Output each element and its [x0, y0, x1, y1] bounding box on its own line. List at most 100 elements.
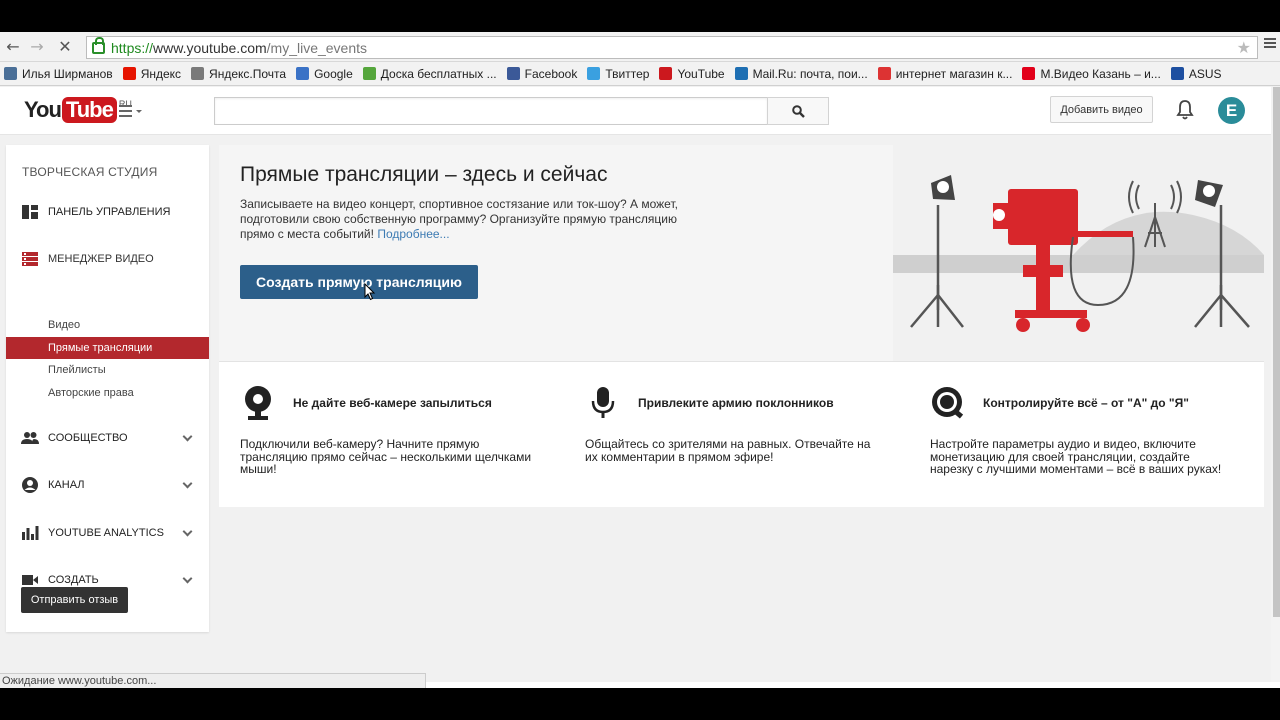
bookmark-item[interactable]: Mail.Ru: почта, пои... [734, 66, 868, 81]
bookmark-label: Mail.Ru: почта, пои... [752, 66, 868, 81]
microphone-icon [585, 384, 621, 422]
bookmark-item[interactable]: Facebook [506, 67, 577, 81]
logo-you-text: You [24, 97, 62, 122]
back-arrow-icon[interactable]: ← [2, 36, 24, 58]
upload-video-button[interactable]: Добавить видео [1050, 96, 1153, 123]
bookmark-label: Яндекс.Почта [209, 66, 287, 81]
search-icon [791, 104, 805, 118]
channel-icon [21, 476, 39, 494]
youtube-icon [659, 67, 673, 80]
url-path: /my_live_events [266, 39, 368, 56]
feature-title: Контролируйте всё – от "А" до "Я" [983, 396, 1189, 410]
bookmark-label: Илья Ширманов [22, 66, 113, 81]
feature-title: Не дайте веб-камере запылиться [293, 396, 492, 410]
features-panel: Не дайте веб-камере запылиться Подключил… [219, 361, 1264, 507]
feature-text: Подключили веб-камеру? Начните прямую тр… [240, 437, 532, 476]
bookmark-item[interactable]: М.Видео Казань – и... [1022, 66, 1161, 81]
bookmark-label: Доска бесплатных ... [380, 66, 497, 81]
mailru-icon [734, 67, 748, 80]
bookmark-item[interactable]: ASUS [1170, 66, 1222, 81]
sidebar-sub-live-streams[interactable]: Прямые трансляции [6, 337, 209, 359]
creator-studio-sidebar: ТВОРЧЕСКАЯ СТУДИЯ ПАНЕЛЬ УПРАВЛЕНИЯ МЕНЕ… [6, 145, 209, 632]
send-feedback-button[interactable]: Отправить отзыв [21, 587, 128, 613]
bookmark-item[interactable]: YouTube [659, 67, 725, 81]
lock-icon [92, 36, 105, 54]
facebook-icon [506, 67, 520, 80]
bookmark-item[interactable]: Яндекс [122, 66, 182, 81]
bookmark-label: ASUS [1188, 66, 1222, 81]
sidebar-item-analytics[interactable]: YOUTUBE ANALYTICS [6, 518, 209, 548]
sidebar-sub-videos[interactable]: Видео [6, 314, 209, 336]
hero-description: Записываете на видео концерт, спортивное… [240, 197, 680, 242]
forward-arrow-icon[interactable]: → [26, 36, 48, 58]
url-host: www.youtube.com [153, 39, 267, 56]
search-button[interactable] [767, 97, 829, 125]
bookmark-item[interactable]: Твиттер [587, 67, 649, 81]
sidebar-item-label: КАНАЛ [48, 479, 85, 491]
sidebar-item-channel[interactable]: КАНАЛ [6, 470, 209, 500]
studio-title[interactable]: ТВОРЧЕСКАЯ СТУДИЯ [22, 165, 157, 179]
create-live-stream-button[interactable]: Создать прямую трансляцию [240, 265, 478, 299]
youtube-header: You Tube RU Добавить видео E [0, 87, 1280, 135]
search-input[interactable] [214, 97, 768, 125]
bookmark-item[interactable]: Google [296, 67, 353, 81]
youtube-logo[interactable]: You Tube RU [24, 97, 132, 123]
bookmark-item[interactable]: Доска бесплатных ... [362, 66, 497, 81]
sidebar-sub-copyright[interactable]: Авторские права [6, 382, 209, 404]
sidebar-item-video-manager[interactable]: МЕНЕДЖЕР ВИДЕО [6, 244, 209, 274]
logo-tube-text: Tube [61, 97, 117, 123]
bookmark-label: Яндекс [140, 66, 182, 81]
sidebar-item-label: СОЗДАТЬ [48, 574, 99, 586]
letterbox-bottom [0, 688, 1280, 720]
bookmark-item[interactable]: интернет магазин к... [877, 66, 1013, 81]
bookmark-label: интернет магазин к... [895, 66, 1013, 81]
sidebar-item-label: СООБЩЕСТВО [48, 432, 128, 444]
mail-icon [191, 67, 205, 80]
url-scheme: https:// [111, 39, 154, 56]
mouse-cursor-icon [364, 283, 376, 301]
learn-more-link[interactable]: Подробнее... [377, 227, 449, 241]
asus-icon [1170, 67, 1184, 80]
chevron-down-icon[interactable] [182, 526, 193, 537]
notifications-bell-icon[interactable] [1175, 99, 1195, 121]
stop-loading-icon[interactable]: ✕ [54, 36, 76, 58]
bookmark-item[interactable]: Илья Ширманов [4, 67, 113, 81]
bookmark-item[interactable]: Яндекс.Почта [191, 67, 286, 81]
twitter-icon [587, 67, 601, 80]
browser-menu-icon[interactable] [1264, 38, 1276, 50]
shop-icon [877, 67, 891, 80]
google-icon [296, 67, 310, 80]
chevron-down-icon[interactable] [182, 431, 193, 442]
bookmark-star-icon[interactable]: ★ [1237, 38, 1251, 57]
sidebar-item-label: ПАНЕЛЬ УПРАВЛЕНИЯ [48, 206, 171, 218]
account-avatar[interactable]: E [1218, 97, 1245, 124]
feature-text: Общайтесь со зрителями на равных. Отвеча… [585, 437, 871, 464]
live-hero-section: Прямые трансляции – здесь и сейчас Запис… [219, 145, 1264, 361]
hero-text-panel: Прямые трансляции – здесь и сейчас Запис… [219, 145, 893, 361]
bookmark-label: Google [314, 66, 353, 81]
yandex-icon [122, 67, 136, 80]
feature-title: Привлеките армию поклонников [638, 396, 834, 410]
feature-text: Настройте параметры аудио и видео, включ… [930, 437, 1222, 476]
page-title: Прямые трансляции – здесь и сейчас [240, 163, 608, 186]
scrollbar-thumb[interactable] [1273, 87, 1280, 617]
address-bar[interactable]: https://www.youtube.com/my_live_events ★ [86, 36, 1258, 59]
analytics-icon [21, 524, 39, 542]
dashboard-icon [21, 203, 39, 221]
letterbox-top [0, 0, 1280, 32]
browser-window: ← → ✕ https://www.youtube.com/my_live_ev… [0, 32, 1280, 688]
chevron-down-icon[interactable] [182, 478, 193, 489]
chevron-down-icon[interactable] [182, 573, 193, 584]
sidebar-sub-playlists[interactable]: Плейлисты [6, 359, 209, 381]
sidebar-item-dashboard[interactable]: ПАНЕЛЬ УПРАВЛЕНИЯ [6, 197, 209, 227]
page-scrollbar[interactable] [1271, 87, 1280, 687]
video-manager-icon [21, 250, 39, 268]
sidebar-item-label: МЕНЕДЖЕР ВИДЕО [48, 253, 154, 265]
vk-icon [4, 67, 17, 80]
sidebar-item-label: YOUTUBE ANALYTICS [48, 527, 164, 539]
hero-description-text: Записываете на видео концерт, спортивное… [240, 197, 678, 241]
sidebar-item-community[interactable]: СООБЩЕСТВО [6, 423, 209, 453]
guide-menu-icon[interactable] [119, 105, 143, 119]
browser-toolbar: ← → ✕ https://www.youtube.com/my_live_ev… [0, 32, 1280, 62]
bookmark-label: М.Видео Казань – и... [1040, 66, 1161, 81]
